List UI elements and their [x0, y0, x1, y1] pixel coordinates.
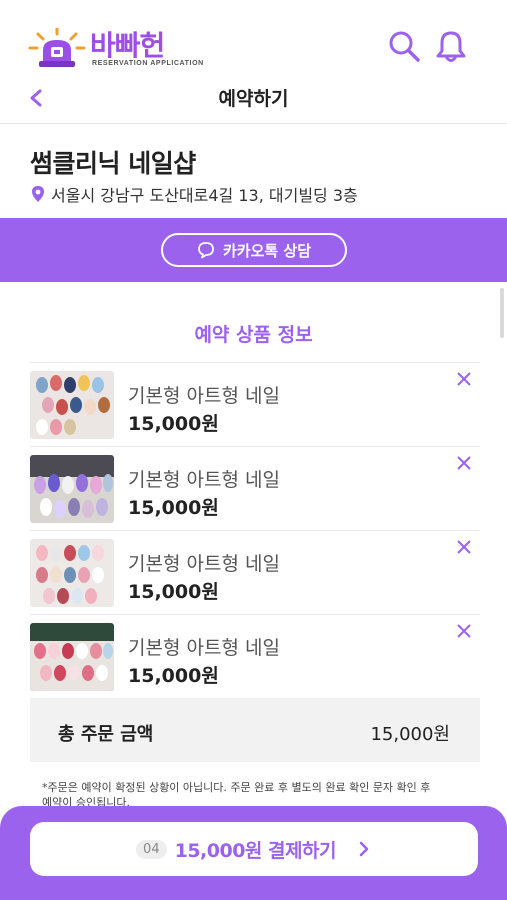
logo-siren-icon — [28, 28, 86, 67]
logo-text: 바빠헌 — [90, 29, 165, 62]
kakao-band: 카카오톡 상담 — [0, 218, 507, 282]
product-name: 기본형 아트형 네일 — [128, 385, 280, 407]
bell-icon — [436, 31, 466, 62]
remove-product-button[interactable] — [454, 453, 474, 473]
total-value: 15,000원 — [370, 724, 450, 745]
product-name: 기본형 아트형 네일 — [128, 637, 280, 659]
product-item[interactable]: 기본형 아트형 네일 15,000원 — [30, 363, 480, 447]
pay-label: 15,000원 결제하기 — [174, 839, 337, 862]
kakao-label: 카카오톡 상담 — [222, 241, 312, 260]
product-item[interactable]: 기본형 아트형 네일 15,000원 — [30, 447, 480, 531]
product-price: 15,000원 — [128, 497, 219, 519]
close-icon — [457, 372, 471, 386]
search-icon — [389, 31, 420, 62]
chevron-right-icon — [359, 841, 369, 857]
shop-address: 서울시 강남구 도산대로4길 13, 대기빌딩 3층 — [30, 182, 358, 206]
page-title: 예약하기 — [218, 88, 289, 110]
close-icon — [457, 540, 471, 554]
shop-name: 썸클리닉 네일샵 — [30, 149, 196, 178]
product-price: 15,000원 — [128, 413, 219, 435]
product-thumbnail — [30, 623, 114, 691]
remove-product-button[interactable] — [454, 369, 474, 389]
remove-product-button[interactable] — [454, 537, 474, 557]
remove-product-button[interactable] — [454, 621, 474, 641]
product-list: 기본형 아트형 네일 15,000원 기본형 아트형 네일 15,000원 기본… — [30, 362, 480, 699]
total-label: 총 주문 금액 — [58, 724, 154, 745]
app-logo[interactable]: 바빠헌 RESERVATION APPLICATION — [28, 22, 203, 70]
product-price: 15,000원 — [128, 665, 219, 687]
app-header: 바빠헌 RESERVATION APPLICATION 예약하기 — [0, 0, 507, 124]
pay-button[interactable]: 04 15,000원 결제하기 — [30, 822, 478, 876]
product-thumbnail — [30, 371, 114, 439]
close-icon — [457, 624, 471, 638]
product-item[interactable]: 기본형 아트형 네일 15,000원 — [30, 615, 480, 699]
kakao-consult-button[interactable]: 카카오톡 상담 — [161, 233, 347, 267]
search-button[interactable] — [386, 28, 422, 64]
notification-button[interactable] — [433, 28, 469, 64]
product-thumbnail — [30, 455, 114, 523]
product-thumbnail — [30, 539, 114, 607]
section-title: 예약 상품 정보 — [194, 324, 313, 346]
product-item[interactable]: 기본형 아트형 네일 15,000원 — [30, 531, 480, 615]
location-pin-icon — [32, 186, 44, 202]
chat-bubble-icon — [198, 242, 214, 259]
product-price: 15,000원 — [128, 581, 219, 603]
item-count-badge: 04 — [136, 839, 167, 859]
address-text: 서울시 강남구 도산대로4길 13, 대기빌딩 3층 — [51, 186, 358, 205]
close-icon — [457, 456, 471, 470]
order-total: 총 주문 금액 15,000원 — [30, 698, 480, 762]
logo-subtitle: RESERVATION APPLICATION — [92, 60, 204, 67]
product-name: 기본형 아트형 네일 — [128, 469, 280, 491]
content-area[interactable]: 예약 상품 정보 기본형 아트형 네일 15,000원 기본형 아트형 네일 1… — [0, 282, 507, 822]
product-name: 기본형 아트형 네일 — [128, 553, 280, 575]
bottom-pay-bar: 04 15,000원 결제하기 — [0, 806, 507, 900]
